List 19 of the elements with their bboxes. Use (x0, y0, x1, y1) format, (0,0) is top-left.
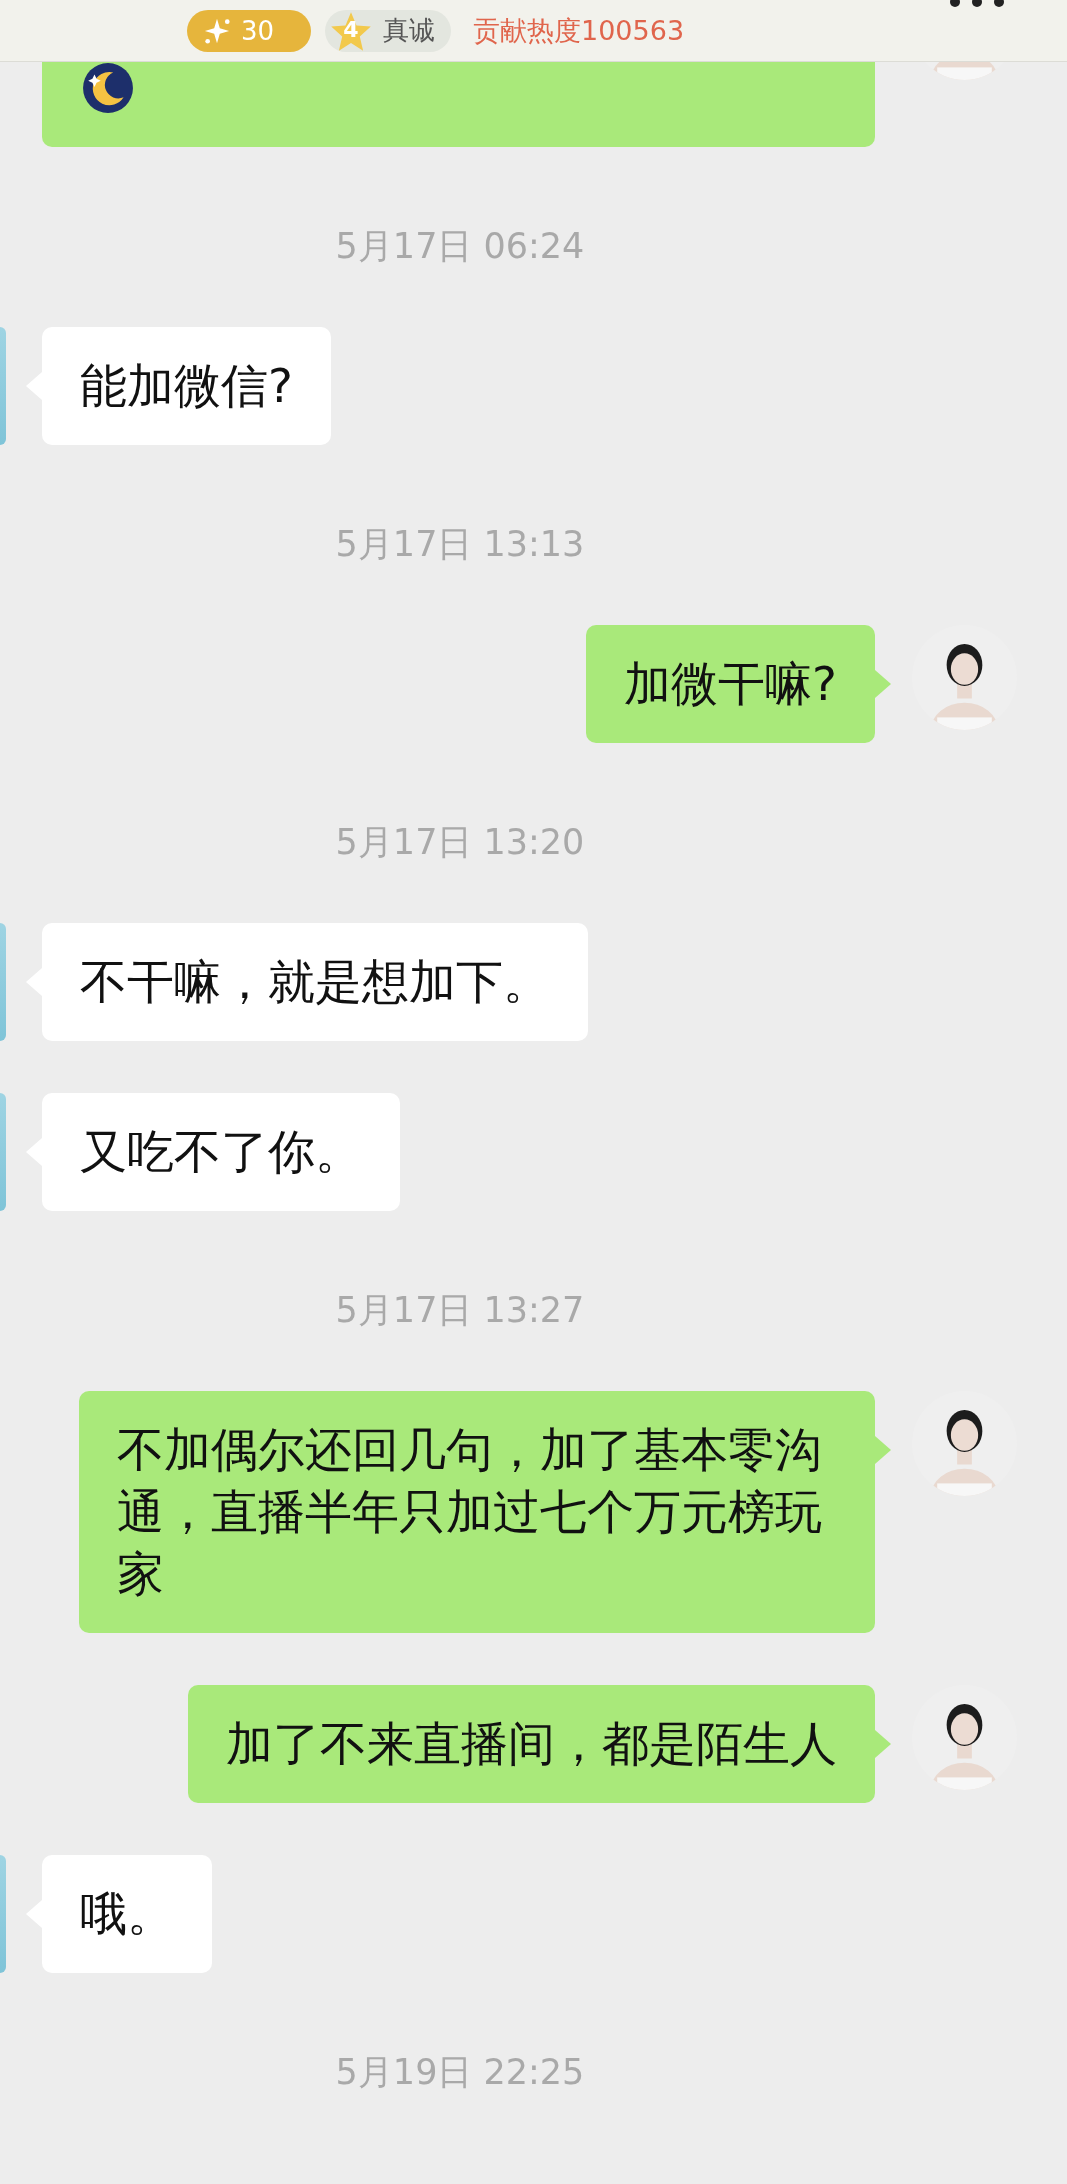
moon-emoji-icon (82, 62, 134, 114)
points-count: 30 (241, 15, 275, 46)
badge-label: 真诚 (383, 14, 435, 47)
star-level: 4 (342, 15, 360, 44)
timestamp: 5月17日 13:13 (334, 523, 586, 566)
message-bubble: 能加微信? (42, 327, 331, 445)
message-bubble: 不加偶尔还回几句，加了基本零沟通，直播半年只加过七个万元榜玩家 (79, 1391, 875, 1633)
sparkle-icon (203, 16, 231, 45)
timestamp: 5月17日 13:20 (334, 821, 586, 864)
message-bubble: 又吃不了你。 (42, 1093, 400, 1211)
timestamp: 5月19日 22:25 (334, 2051, 586, 2094)
timestamp: 5月17日 06:24 (334, 225, 586, 268)
contribution-text: 贡献热度100563 (473, 13, 685, 48)
message-bubble: 哦。 (42, 1855, 212, 1973)
timestamp: 5月17日 13:27 (334, 1289, 586, 1332)
message-bubble: 不干嘛，就是想加下。 (42, 923, 588, 1041)
message-bubble: 加了不来直播间，都是陌生人 (188, 1685, 875, 1803)
message-bubble: 加微干嘛? (586, 625, 875, 743)
more-icon[interactable] (947, 0, 1007, 8)
